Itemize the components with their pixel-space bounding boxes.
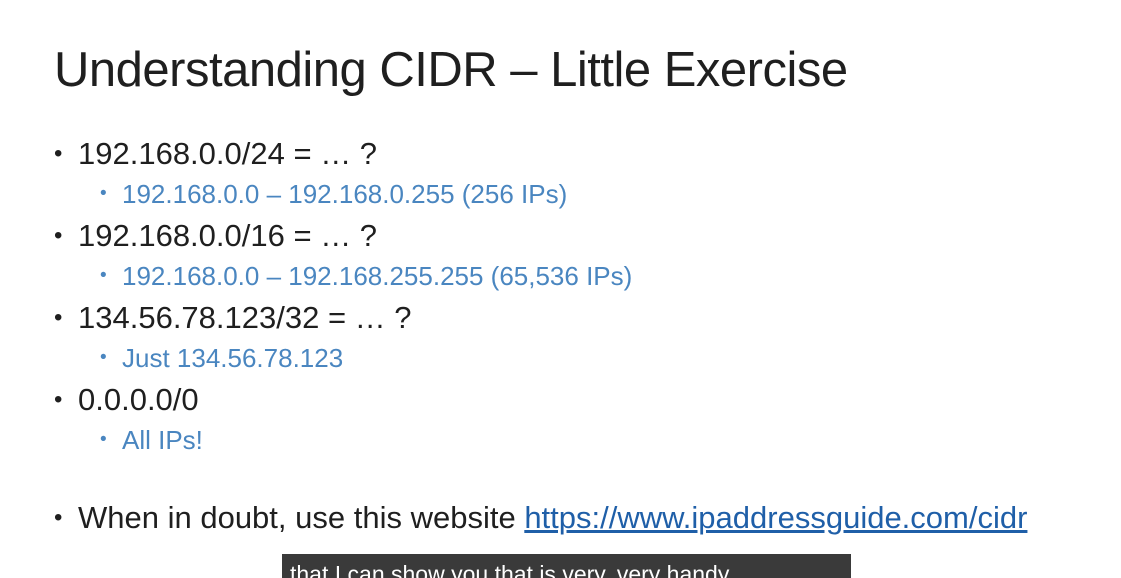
sub-bullet-item: • Just 134.56.78.123 <box>54 340 1114 380</box>
bullet-icon: • <box>54 140 63 167</box>
sub-bullet-item: • 192.168.0.0 – 192.168.0.255 (256 IPs) <box>54 176 1114 216</box>
sub-bullet-item: • All IPs! <box>54 422 1114 462</box>
slide-title: Understanding CIDR – Little Exercise <box>54 43 848 97</box>
subtitle-caption: that I can show you that is very, very h… <box>282 554 851 578</box>
bullet-icon: • <box>54 386 63 413</box>
bullet-item: • 134.56.78.123/32 = … ? <box>54 298 1114 340</box>
bullet-item-tip: • When in doubt, use this website https:… <box>54 498 1114 540</box>
cidr-website-link[interactable]: https://www.ipaddressguide.com/cidr <box>524 500 1027 535</box>
bullet-icon: • <box>100 429 107 450</box>
bullet-item: • 192.168.0.0/24 = … ? <box>54 134 1114 176</box>
slide: Understanding CIDR – Little Exercise • 1… <box>0 0 1121 578</box>
bullet-icon: • <box>100 183 107 204</box>
sub-bullet-text: Just 134.56.78.123 <box>122 343 344 373</box>
sub-bullet-text: 192.168.0.0 – 192.168.0.255 (256 IPs) <box>122 179 568 209</box>
bullet-text: 192.168.0.0/24 = … ? <box>78 136 378 171</box>
bullet-item: • 192.168.0.0/16 = … ? <box>54 216 1114 258</box>
tip-text: When in doubt, use this website <box>78 500 525 535</box>
sub-bullet-text: 192.168.0.0 – 192.168.255.255 (65,536 IP… <box>122 261 633 291</box>
sub-bullet-item: • 192.168.0.0 – 192.168.255.255 (65,536 … <box>54 258 1114 298</box>
bullet-text: 192.168.0.0/16 = … ? <box>78 218 378 253</box>
sub-bullet-text: All IPs! <box>122 425 203 455</box>
bullet-item: • 0.0.0.0/0 <box>54 380 1114 422</box>
bullet-text: 0.0.0.0/0 <box>78 382 199 417</box>
bullet-list: • 192.168.0.0/24 = … ? • 192.168.0.0 – 1… <box>54 134 1114 540</box>
bullet-icon: • <box>54 222 63 249</box>
bullet-icon: • <box>54 304 63 331</box>
bullet-text: 134.56.78.123/32 = … ? <box>78 300 412 335</box>
bullet-icon: • <box>100 347 107 368</box>
bullet-icon: • <box>100 265 107 286</box>
bullet-icon: • <box>54 504 63 531</box>
